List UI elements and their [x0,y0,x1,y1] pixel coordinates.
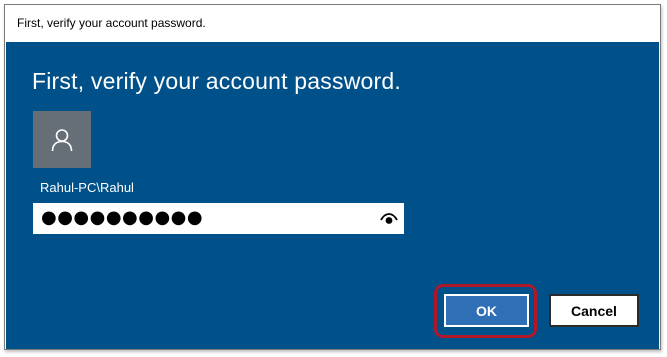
window-title: First, verify your account password. [17,16,206,30]
ok-button[interactable]: OK [444,294,529,327]
avatar [33,111,91,168]
account-username: Rahul-PC\Rahul [40,180,134,195]
eye-icon[interactable] [380,212,398,226]
title-bar: First, verify your account password. [5,5,660,42]
cancel-button[interactable]: Cancel [549,294,639,327]
dialog-window: First, verify your account password. Fir… [4,4,661,350]
password-field[interactable]: ●●●●●●●●●● [33,203,404,234]
dialog-heading: First, verify your account password. [32,68,401,94]
user-icon [51,128,73,151]
password-value: ●●●●●●●●●● [41,207,204,228]
dialog-content: First, verify your account password. Rah… [6,42,659,349]
